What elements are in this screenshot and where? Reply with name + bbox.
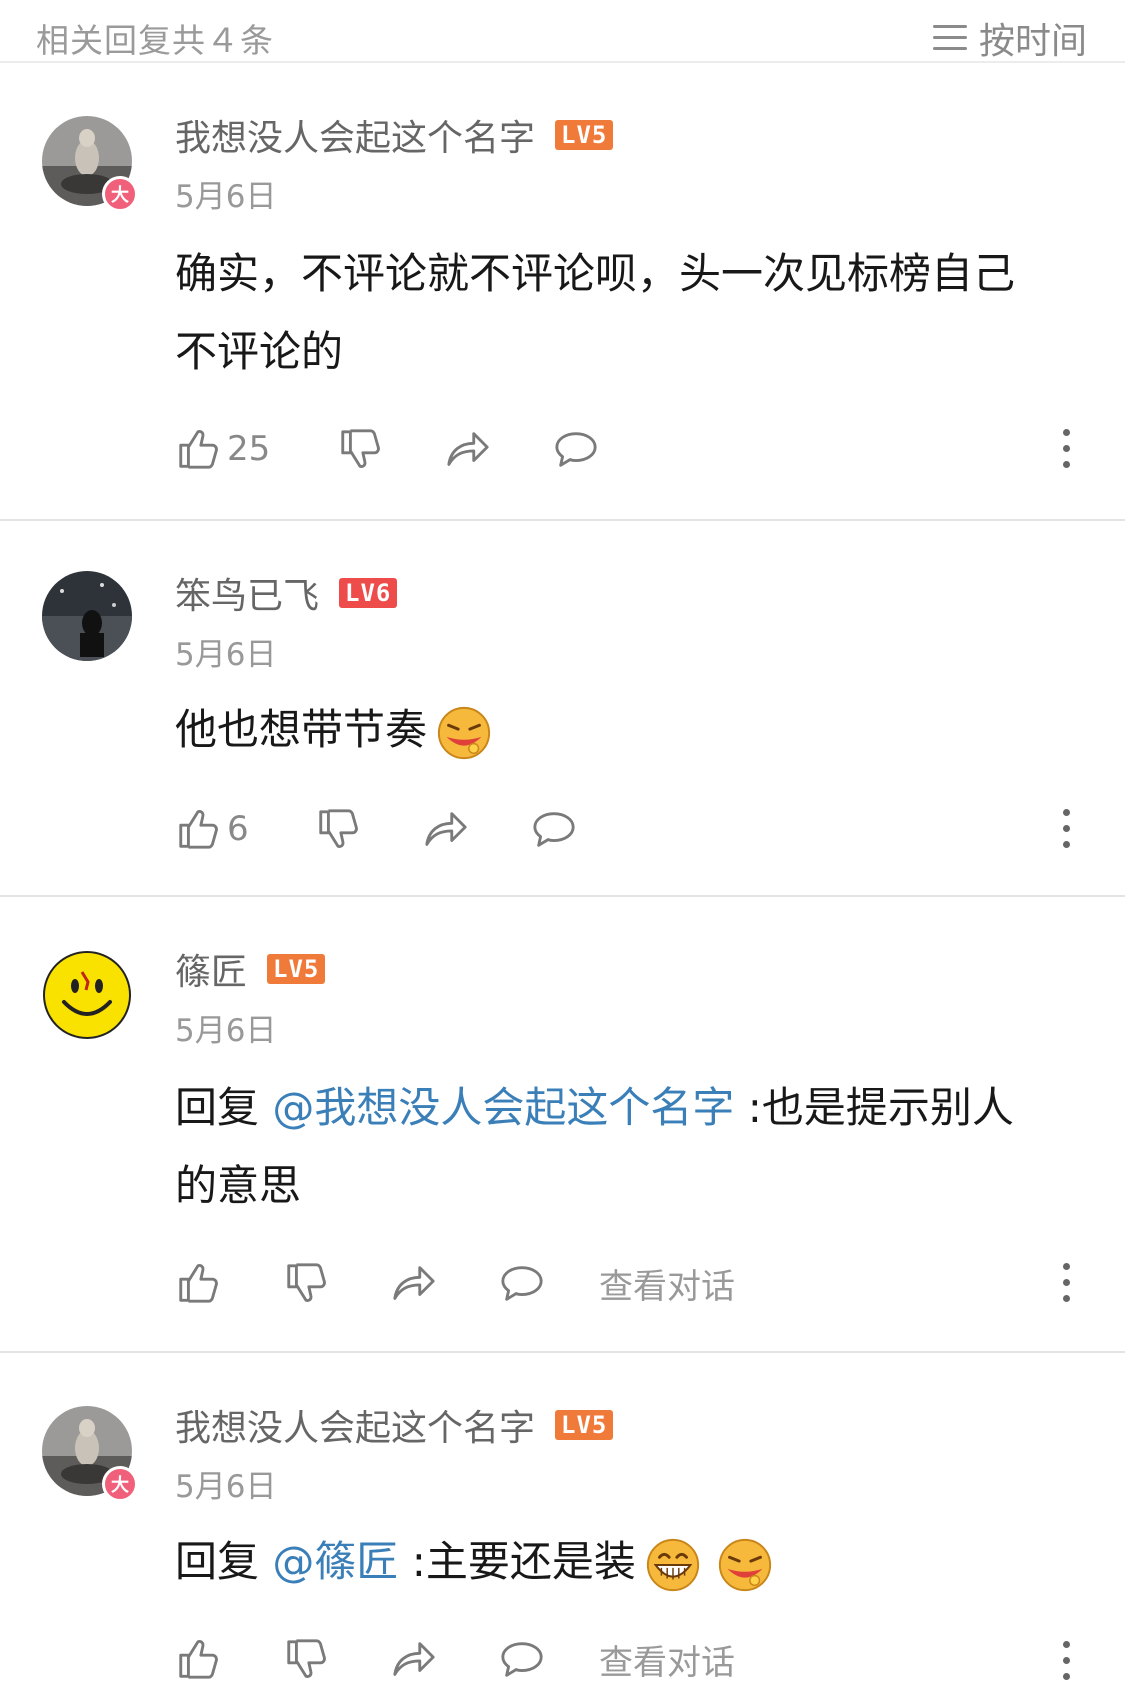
sort-button[interactable]: 按时间 [932, 12, 1087, 64]
username[interactable]: 我想没人会起这个名字 [175, 1399, 535, 1451]
view-conversation-link[interactable]: 查看对话 [599, 1635, 735, 1684]
grinning-face-emoji [644, 1536, 702, 1594]
avatar[interactable] [42, 571, 132, 661]
username-row: 篠匠 LV5 [175, 943, 326, 995]
thumbs-down-icon [283, 1636, 329, 1682]
like-button[interactable]: 6 [175, 806, 315, 852]
dislike-button[interactable] [283, 1636, 391, 1682]
like-count: 25 [227, 429, 271, 469]
sort-label: 按时间 [978, 21, 1087, 62]
share-arrow-icon [423, 806, 469, 852]
share-button[interactable] [445, 426, 553, 472]
speech-bubble-icon [531, 806, 577, 852]
level-badge: LV5 [267, 954, 326, 984]
dislike-button[interactable] [283, 1260, 391, 1306]
thumbs-down-icon [283, 1260, 329, 1306]
drooling-face-emoji [435, 704, 493, 762]
thumbs-up-icon [175, 426, 221, 472]
night-avatar-icon [42, 571, 132, 661]
comment-item: 笨鸟已飞 LV6 5月6日 他也想带节奏 6 [0, 521, 1125, 897]
share-button[interactable] [391, 1260, 499, 1306]
comment-date: 5月6日 [175, 637, 277, 673]
username-row: 我想没人会起这个名字 LV5 [175, 1399, 614, 1451]
like-count: 6 [227, 809, 249, 849]
thumbs-up-icon [175, 806, 221, 852]
share-arrow-icon [445, 426, 491, 472]
share-arrow-icon [391, 1636, 437, 1682]
comment-item: 大 我想没人会起这个名字 LV5 5月6日 确实，不评论就不评论呗，头一次见标榜… [0, 63, 1125, 521]
smiley-avatar-icon [43, 951, 131, 1039]
share-button[interactable] [423, 806, 531, 852]
level-badge: LV5 [555, 1410, 614, 1440]
comment-date: 5月6日 [175, 1013, 277, 1049]
mention-link[interactable]: @篠匠 [272, 1537, 398, 1586]
comment-item: 篠匠 LV5 5月6日 回复 @我想没人会起这个名字 :也是提示别人 的意思 查… [0, 897, 1125, 1353]
comment-date: 5月6日 [175, 1469, 277, 1505]
more-vertical-icon[interactable] [1063, 429, 1071, 468]
username[interactable]: 笨鸟已飞 [175, 567, 319, 619]
comment-text: 回复 @我想没人会起这个名字 :也是提示别人 的意思 [175, 1083, 1014, 1210]
username[interactable]: 篠匠 [175, 943, 247, 995]
comment-date: 5月6日 [175, 179, 277, 215]
like-button[interactable]: 25 [175, 426, 337, 472]
reply-button[interactable] [531, 806, 577, 852]
avatar[interactable]: 大 [42, 116, 138, 212]
action-bar: 查看对话 [175, 1258, 735, 1308]
comment-text: 确实，不评论就不评论呗，头一次见标榜自己 不评论的 [175, 249, 1016, 376]
thumbs-down-icon [315, 806, 361, 852]
mention-link[interactable]: @我想没人会起这个名字 [272, 1083, 734, 1132]
vip-badge: 大 [102, 176, 138, 212]
speech-bubble-icon [499, 1636, 545, 1682]
more-vertical-icon[interactable] [1063, 1263, 1071, 1302]
thumbs-up-icon [175, 1260, 221, 1306]
like-button[interactable] [175, 1260, 283, 1306]
reply-count: 相关回复共４条 [36, 21, 274, 60]
comment-text: 回复 @篠匠 :主要还是装 [175, 1523, 1075, 1601]
comment-item: 大 我想没人会起这个名字 LV5 5月6日 回复 @篠匠 :主要还是装 查看对话 [0, 1353, 1125, 1693]
thumbs-up-icon [175, 1636, 221, 1682]
menu-lines-icon [932, 24, 967, 52]
more-vertical-icon[interactable] [1063, 809, 1071, 848]
avatar[interactable]: 大 [42, 1406, 138, 1502]
speech-bubble-icon [499, 1260, 545, 1306]
username[interactable]: 我想没人会起这个名字 [175, 109, 535, 161]
username-row: 我想没人会起这个名字 LV5 [175, 109, 614, 161]
share-arrow-icon [391, 1260, 437, 1306]
reply-button[interactable] [499, 1636, 599, 1682]
action-bar: 6 [175, 804, 577, 854]
drooling-face-emoji [716, 1536, 774, 1594]
view-conversation-link[interactable]: 查看对话 [599, 1259, 735, 1308]
like-button[interactable] [175, 1636, 283, 1682]
dislike-button[interactable] [337, 426, 445, 472]
reply-button[interactable] [499, 1260, 599, 1306]
reply-header: 相关回复共４条 按时间 [0, 0, 1125, 63]
level-badge: LV5 [555, 120, 614, 150]
vip-badge: 大 [102, 1466, 138, 1502]
username-row: 笨鸟已飞 LV6 [175, 567, 398, 619]
avatar[interactable] [42, 950, 132, 1040]
speech-bubble-icon [553, 426, 599, 472]
action-bar: 查看对话 [175, 1634, 735, 1684]
level-badge: LV6 [339, 578, 398, 608]
more-vertical-icon[interactable] [1063, 1641, 1071, 1680]
reply-button[interactable] [553, 426, 599, 472]
action-bar: 25 [175, 424, 599, 474]
dislike-button[interactable] [315, 806, 423, 852]
thumbs-down-icon [337, 426, 383, 472]
share-button[interactable] [391, 1636, 499, 1682]
comment-text: 他也想带节奏 [175, 691, 1075, 769]
